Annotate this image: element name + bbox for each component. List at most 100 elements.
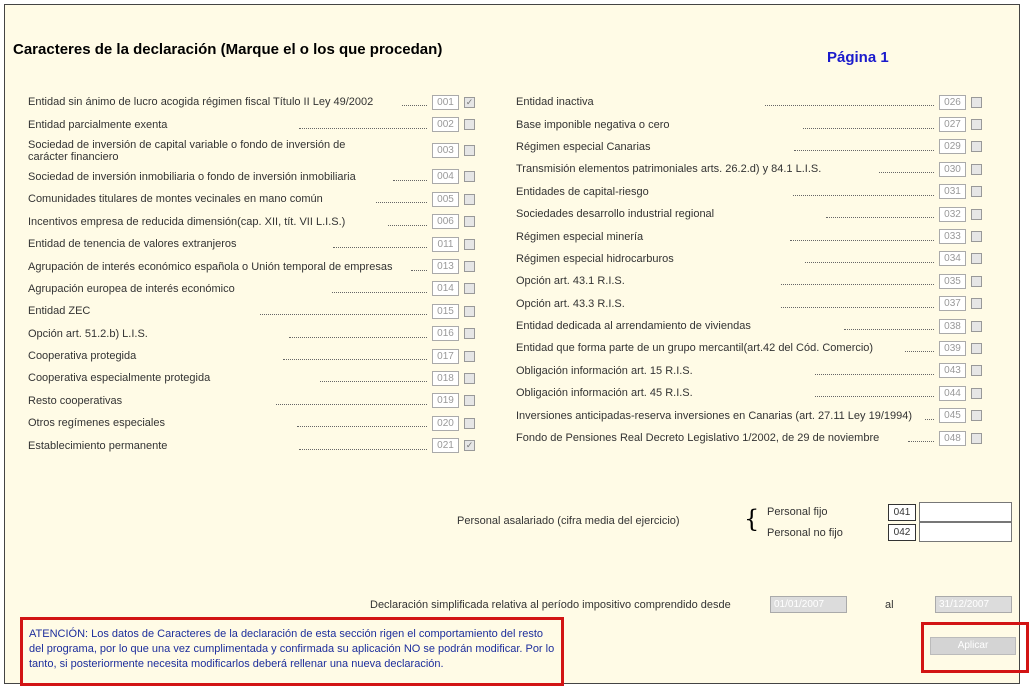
character-label: Inversiones anticipadas-reserva inversio… [516, 409, 913, 422]
dotted-leader [376, 195, 427, 204]
checkbox[interactable] [971, 208, 982, 220]
checkbox[interactable] [971, 96, 983, 108]
dotted-leader [803, 121, 935, 129]
character-code-box: 005 [432, 191, 459, 207]
character-code-box: 038 [939, 318, 967, 334]
dotted-leader [298, 442, 428, 450]
character-row: Sociedades desarrollo industrial regiona… [516, 203, 982, 225]
checkbox[interactable] [971, 410, 982, 422]
personal-no-fijo-code: 042 [888, 524, 916, 541]
character-code-box: 017 [432, 348, 459, 364]
left-characters-column: Entidad sin ánimo de lucro acogida régim… [28, 91, 476, 457]
checkbox[interactable] [971, 342, 983, 354]
personal-fijo-input[interactable] [919, 502, 1012, 522]
checkbox[interactable] [464, 328, 475, 340]
checkbox[interactable] [464, 305, 475, 317]
character-label: Comunidades titulares de montes vecinale… [28, 193, 323, 206]
checked-checkbox[interactable]: ✓ [464, 440, 476, 452]
dotted-leader [814, 389, 935, 398]
checkbox[interactable] [464, 145, 475, 157]
character-code-box: 048 [939, 430, 966, 446]
page-title: Caracteres de la declaración (Marque el … [13, 41, 443, 58]
checkbox[interactable] [971, 119, 983, 131]
character-row: Agrupación europea de interés económico 0… [28, 278, 476, 300]
character-row: Entidad parcialmente exenta 002 [28, 113, 475, 135]
character-row: Sociedad de inversión de capital variabl… [28, 136, 475, 166]
date-to-field: 31/12/2007 [935, 596, 1012, 613]
checkbox[interactable] [971, 141, 983, 153]
character-label: Entidad parcialmente exenta [28, 118, 168, 131]
character-code-box: 011 [432, 236, 459, 252]
checkbox[interactable] [464, 216, 476, 228]
declaracion-simplificada-label: Declaración simplificada relativa al per… [370, 599, 731, 611]
checkbox[interactable] [464, 372, 476, 384]
character-code-box: 014 [432, 281, 460, 297]
dotted-leader [843, 322, 935, 331]
character-row: Inversiones anticipadas-reserva inversio… [516, 404, 982, 426]
dotted-leader [780, 277, 934, 286]
character-code-box: 033 [939, 229, 967, 245]
dotted-leader [276, 397, 428, 405]
checkbox[interactable] [464, 350, 475, 362]
character-row: Fondo de Pensiones Real Decreto Legislat… [516, 427, 982, 449]
character-label: Entidad que forma parte de un grupo merc… [516, 342, 874, 355]
checkbox[interactable] [971, 320, 983, 332]
character-row: Obligación información art. 15 R.I.S. 043 [516, 360, 983, 382]
dotted-leader [780, 300, 934, 308]
character-row: Régimen especial minería 033 [516, 225, 983, 247]
character-code-box: 020 [432, 415, 460, 431]
checkbox[interactable] [464, 261, 476, 273]
checkbox[interactable] [971, 432, 982, 444]
character-row: Opción art. 43.1 R.I.S. 035 [516, 270, 982, 292]
checkbox[interactable] [464, 395, 476, 407]
character-code-box: 001 [432, 94, 459, 110]
right-characters-column: Entidad inactiva 026 Base imponible negati… [516, 91, 983, 449]
character-code-box: 015 [432, 303, 459, 319]
character-code-box: 016 [432, 326, 459, 342]
personal-fijo-label: Personal fijo [767, 506, 828, 518]
character-label: Régimen especial minería [516, 230, 644, 243]
checkbox[interactable] [464, 193, 475, 205]
character-code-box: 032 [939, 206, 966, 222]
personal-asalariado-label: Personal asalariado (cifra media del eje… [457, 515, 680, 527]
character-row: Entidad inactiva 026 [516, 91, 983, 113]
checkbox[interactable] [971, 186, 983, 198]
checkbox[interactable] [464, 119, 475, 131]
dotted-leader [790, 233, 935, 241]
dotted-leader [298, 121, 427, 129]
character-row: Opción art. 43.3 R.I.S. 037 [516, 293, 982, 315]
character-label: Opción art. 43.3 R.I.S. [516, 297, 625, 310]
brace-glyph: { [744, 505, 760, 533]
character-label: Incentivos empresa de reducida dimensión… [28, 215, 346, 228]
checkbox[interactable] [971, 387, 983, 399]
character-row: Cooperativa especialmente protegida 018 [28, 367, 476, 389]
character-code-box: 013 [432, 259, 460, 275]
dotted-leader [260, 307, 427, 316]
character-label: Opción art. 51.2.b) L.I.S. [28, 327, 148, 340]
atencion-notice: ATENCIÓN: Los datos de Caracteres de la … [20, 617, 564, 686]
dotted-leader [908, 434, 934, 443]
character-code-box: 004 [432, 169, 459, 185]
checkbox[interactable] [971, 231, 983, 243]
apply-button[interactable]: Aplicar [930, 637, 1016, 655]
checkbox[interactable] [971, 298, 982, 310]
personal-no-fijo-input[interactable] [919, 522, 1012, 542]
checkbox[interactable] [971, 253, 982, 265]
checkbox[interactable] [971, 163, 983, 175]
character-row: Comunidades titulares de montes vecinale… [28, 188, 475, 210]
character-code-box: 019 [432, 393, 460, 409]
checkbox[interactable] [464, 283, 476, 295]
checked-checkbox[interactable]: ✓ [464, 96, 475, 108]
character-code-box: 006 [432, 214, 460, 230]
checkbox[interactable] [464, 417, 476, 429]
character-row: Cooperativa protegida 017 [28, 345, 475, 367]
character-code-box: 030 [939, 161, 967, 177]
checkbox[interactable] [464, 238, 475, 250]
checkbox[interactable] [971, 365, 983, 377]
character-label: Agrupación de interés económico española… [28, 260, 393, 273]
dotted-leader [288, 330, 427, 338]
dotted-leader [401, 98, 427, 107]
character-row: Entidades de capital-riesgo 031 [516, 181, 983, 203]
checkbox[interactable] [464, 171, 475, 183]
checkbox[interactable] [971, 275, 982, 287]
